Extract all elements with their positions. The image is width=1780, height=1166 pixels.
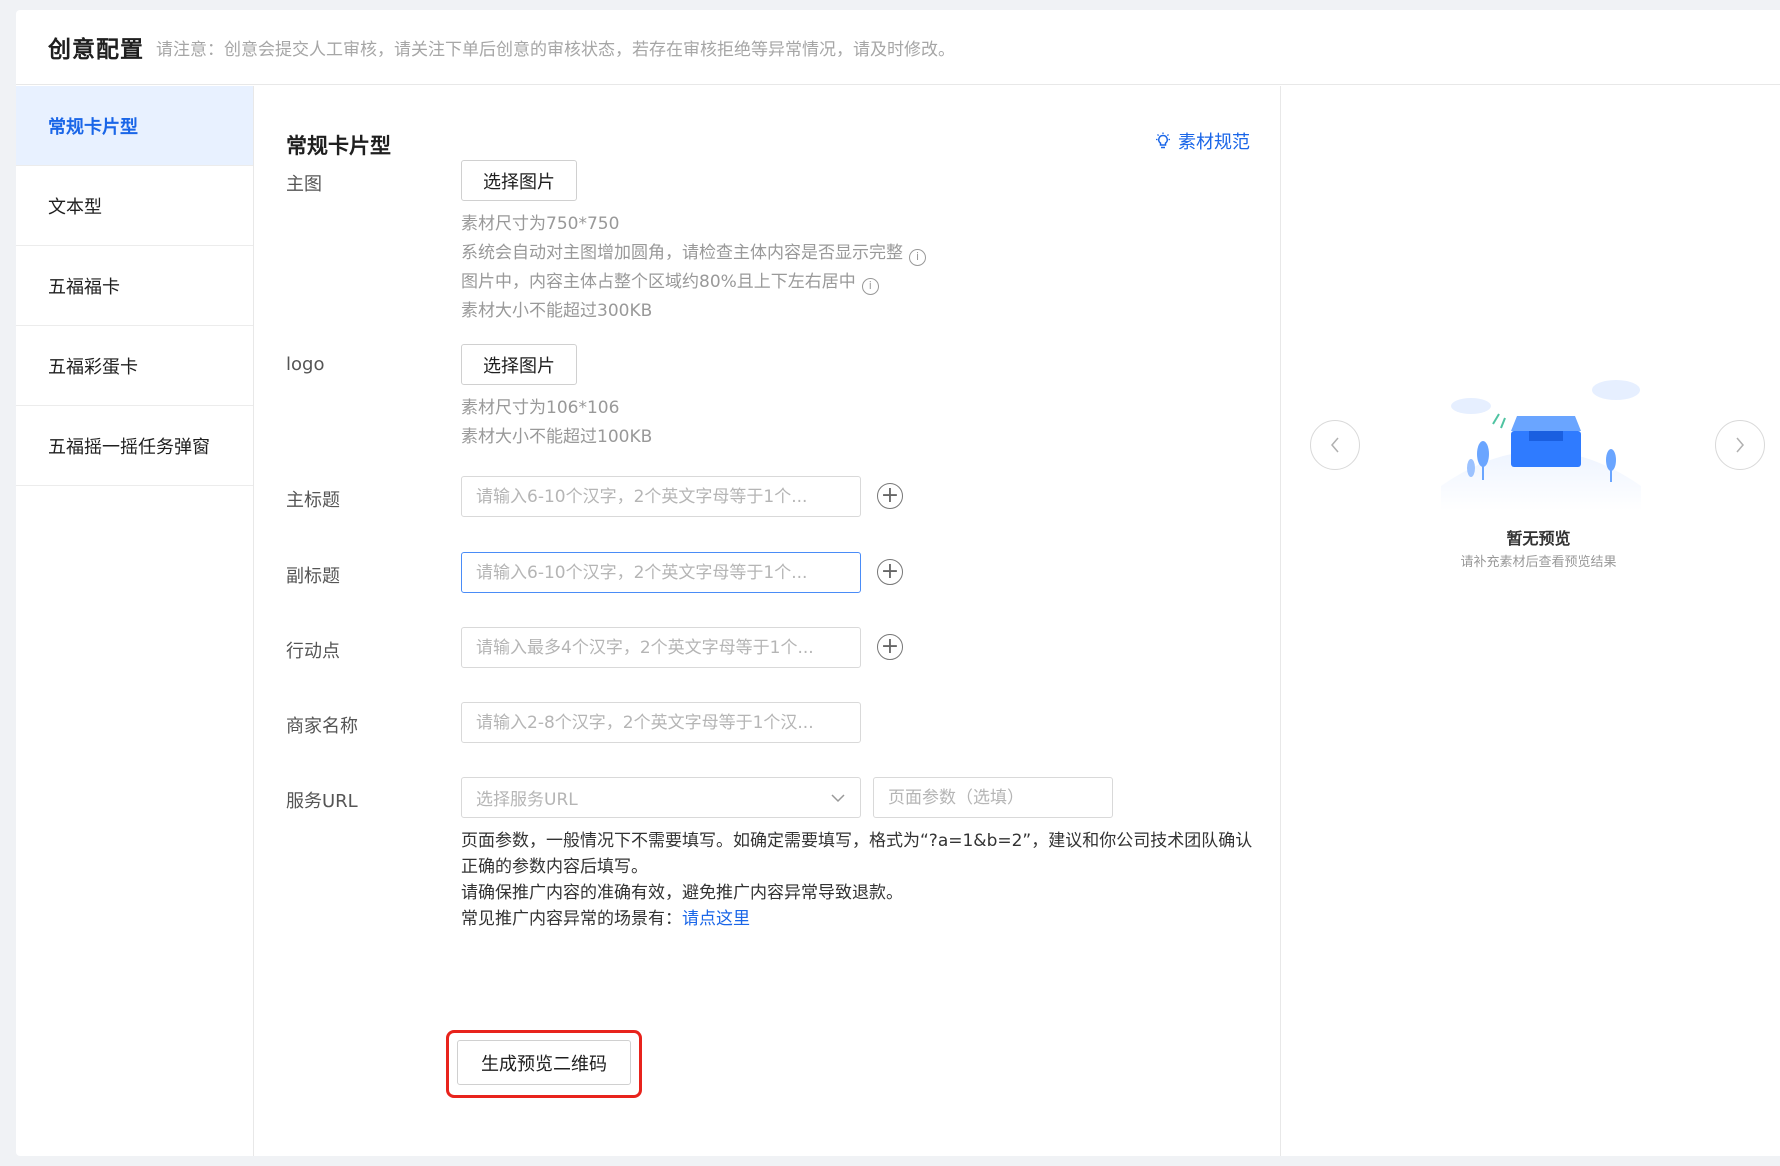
main-image-hint-corner: 系统会自动对主图增加圆角，请检查主体内容是否显示完整 — [461, 243, 903, 263]
merchant-name-input[interactable] — [461, 702, 861, 743]
sidebar: 常规卡片型 文本型 五福福卡 五福彩蛋卡 五福摇一摇任务弹窗 — [16, 86, 254, 1156]
chevron-left-icon — [1331, 437, 1339, 453]
url-desc-line3: 常见推广内容异常的场景有： — [461, 909, 682, 929]
main-image-select-button[interactable]: 选择图片 — [461, 160, 577, 201]
main-title-input[interactable] — [461, 476, 861, 517]
page-param-input[interactable] — [873, 777, 1113, 818]
sub-title-label: 副标题 — [286, 566, 340, 587]
url-desc-line2: 请确保推广内容的准确有效，避免推广内容异常导致退款。 — [461, 883, 903, 903]
empty-preview-title: 暂无预览 — [1506, 529, 1571, 548]
add-sub-title-icon[interactable]: + — [877, 559, 903, 585]
click-here-link[interactable]: 请点这里 — [682, 909, 750, 929]
lightbulb-icon — [1156, 132, 1170, 149]
info-icon[interactable]: i — [861, 278, 879, 295]
merchant-label: 商家名称 — [286, 716, 358, 737]
empty-box-illustration — [1441, 380, 1641, 511]
form-title: 常规卡片型 — [286, 134, 391, 158]
main-image-hint-filesize: 素材大小不能超过300KB — [461, 301, 653, 321]
logo-select-button[interactable]: 选择图片 — [461, 344, 577, 385]
chevron-right-icon — [1736, 437, 1744, 453]
empty-preview-subtitle: 请补充素材后查看预览结果 — [1460, 555, 1617, 570]
service-url-select[interactable]: 选择服务URL — [461, 777, 861, 818]
sidebar-item-text[interactable]: 文本型 — [16, 166, 253, 246]
add-action-icon[interactable]: + — [877, 634, 903, 660]
action-input[interactable] — [461, 627, 861, 668]
info-icon[interactable]: i — [909, 249, 926, 266]
sidebar-item-regular-card[interactable]: 常规卡片型 — [16, 86, 253, 166]
next-arrow-button[interactable] — [1715, 420, 1765, 470]
action-label: 行动点 — [286, 641, 340, 662]
service-url-label: 服务URL — [286, 791, 358, 812]
service-url-placeholder: 选择服务URL — [476, 790, 578, 810]
sidebar-item-easter-egg-card[interactable]: 五福彩蛋卡 — [16, 326, 253, 406]
prev-arrow-button[interactable] — [1310, 420, 1360, 470]
main-image-hint-size: 素材尺寸为750*750 — [461, 214, 620, 234]
header-note: 请注意：创意会提交人工审核，请关注下单后创意的审核状态，若存在审核拒绝等异常情况… — [156, 39, 955, 60]
page-title: 创意配置 — [48, 37, 144, 63]
main-image-label: 主图 — [286, 174, 322, 195]
header: 创意配置 请注意：创意会提交人工审核，请关注下单后创意的审核状态，若存在审核拒绝… — [16, 10, 1780, 85]
logo-hint-size: 素材尺寸为106*106 — [461, 398, 620, 418]
sub-title-input[interactable] — [461, 552, 861, 593]
material-spec-label: 素材规范 — [1178, 132, 1250, 153]
service-url-description: 页面参数，一般情况下不需要填写。如确定需要填写，格式为“?a=1&b=2”，建议… — [461, 828, 1261, 932]
material-spec-link[interactable]: 素材规范 — [1154, 128, 1250, 154]
logo-label: logo — [286, 354, 325, 375]
sidebar-item-fortune-card[interactable]: 五福福卡 — [16, 246, 253, 326]
sidebar-item-shake-popup[interactable]: 五福摇一摇任务弹窗 — [16, 406, 253, 486]
url-desc-line1: 页面参数，一般情况下不需要填写。如确定需要填写，格式为“?a=1&b=2”，建议… — [461, 831, 1253, 877]
preview-panel: 暂无预览 请补充素材后查看预览结果 — [1281, 86, 1780, 1156]
add-main-title-icon[interactable]: + — [877, 483, 903, 509]
creative-config-card: 创意配置 请注意：创意会提交人工审核，请关注下单后创意的审核状态，若存在审核拒绝… — [16, 10, 1780, 1156]
form-panel: 常规卡片型 素材规范 主图 选择图片 素材尺寸为750*750 系统会自动对主图… — [254, 86, 1281, 1156]
logo-hint-filesize: 素材大小不能超过100KB — [461, 427, 653, 447]
main-image-hint-center: 图片中，内容主体占整个区域约80%且上下左右居中 — [461, 272, 856, 292]
generate-preview-qr-button[interactable]: 生成预览二维码 — [457, 1040, 631, 1085]
main-image-hints: 素材尺寸为750*750 系统会自动对主图增加圆角，请检查主体内容是否显示完整 i… — [461, 210, 926, 326]
logo-hints: 素材尺寸为106*106 素材大小不能超过100KB — [461, 394, 652, 452]
main-title-label: 主标题 — [286, 490, 340, 511]
chevron-down-icon — [831, 793, 845, 802]
